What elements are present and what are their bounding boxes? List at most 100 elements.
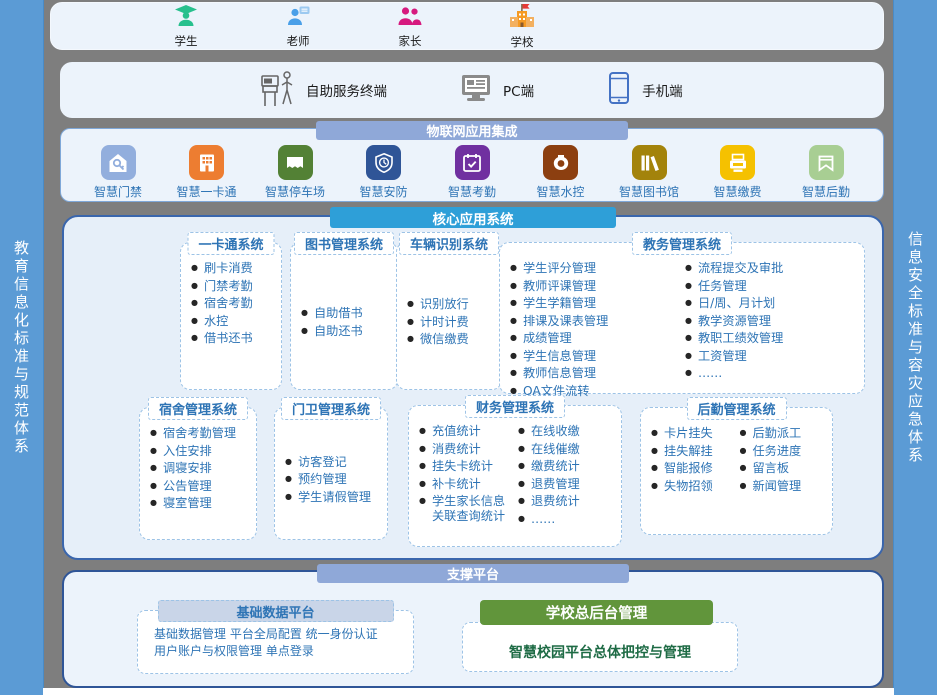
system-item-label: 新闻管理 <box>752 479 801 494</box>
system-item-label: 工资管理 <box>698 349 747 364</box>
bullet-icon: ● <box>419 424 426 439</box>
system-box-columns: ●卡片挂失●挂失解挂●智能报修●失物招领●后勤派工●任务进度●留言板●新闻管理 <box>641 408 832 534</box>
payment-icon <box>720 145 755 180</box>
logistics-icon <box>809 145 844 180</box>
kiosk-icon <box>260 68 296 112</box>
system-item-label: 补卡统计 <box>432 477 481 492</box>
bullet-icon: ● <box>518 424 525 439</box>
parents-icon <box>397 4 423 32</box>
system-item-label: 消费统计 <box>432 442 481 457</box>
bullet-icon: ● <box>510 366 517 381</box>
bullet-icon: ● <box>685 314 692 329</box>
bullet-icon: ● <box>191 314 198 329</box>
system-item: ●预约管理 <box>285 472 379 487</box>
system-item-label: 宿舍考勤管理 <box>163 426 236 441</box>
system-item-label: 任务管理 <box>698 279 747 294</box>
bullet-icon: ● <box>285 455 292 470</box>
user-role-item: 学校 <box>494 3 550 50</box>
system-item-label: 识别放行 <box>420 297 469 312</box>
system-item-column: ●卡片挂失●挂失解挂●智能报修●失物招领 <box>651 426 736 528</box>
terminal-item: 自助服务终端 <box>260 68 387 112</box>
system-item: ● 微信缴费 <box>407 332 493 347</box>
bullet-icon: ● <box>419 477 426 492</box>
system-item: ●计时计费 <box>407 315 493 330</box>
system-box-title: 一卡通系统 <box>187 232 274 255</box>
bullet-icon: ● <box>510 349 517 364</box>
system-item-label: 调寝安排 <box>163 461 212 476</box>
system-item: ●教学资源管理 <box>685 314 856 329</box>
phone-icon <box>606 71 632 109</box>
bullet-icon: ● <box>651 444 658 459</box>
system-item: ●调寝安排 <box>150 461 248 476</box>
bullet-icon: ● <box>685 349 692 364</box>
system-item: ●宿舍考勤管理 <box>150 426 248 441</box>
system-item: ●缴费统计 <box>518 459 613 474</box>
system-item: ●挂失卡统计 <box>419 459 514 474</box>
bullet-icon: ● <box>685 331 692 346</box>
user-role-label: 学生 <box>175 33 198 49</box>
iot-item: 智慧后勤 <box>795 145 857 200</box>
system-box-columns: ●自助借书●自助还书 <box>291 243 397 389</box>
user-roles-panel: 学生老师家长学校 <box>50 2 884 50</box>
system-box-columns: ●访客登记●预约管理●学生请假管理 <box>275 408 387 539</box>
system-item-label: 水控 <box>204 314 228 329</box>
terminal-item: 手机端 <box>606 71 683 109</box>
system-item: ●…… <box>685 366 856 381</box>
bullet-icon: ● <box>150 444 157 459</box>
bullet-icon: ● <box>740 444 747 459</box>
iot-item: 智慧图书馆 <box>618 145 680 200</box>
bullet-icon: ● <box>419 442 426 457</box>
terminal-item: PC端 <box>459 73 534 107</box>
system-item: ●挂失解挂 <box>651 444 736 459</box>
system-item: ●门禁考勤 <box>191 279 273 294</box>
iot-item-label: 智慧停车场 <box>265 183 325 200</box>
system-box-title: 财务管理系统 <box>465 395 565 418</box>
system-item-label: 成绩管理 <box>523 331 572 346</box>
system-box-columns: ●宿舍考勤管理●入住安排●调寝安排●公告管理●寝室管理 <box>140 408 256 539</box>
bullet-icon: ● <box>510 296 517 311</box>
system-item-label: 刷卡消费 <box>204 261 253 276</box>
bullet-icon: ● <box>301 306 308 321</box>
school-admin-banner: 学校总后台管理 <box>480 600 713 625</box>
system-box-columns: ●学生评分管理●教师评课管理●学生学籍管理●排课及课表管理●成绩管理●学生信息管… <box>500 243 864 393</box>
system-item-label: 任务进度 <box>752 444 801 459</box>
system-item: ●后勤派工 <box>740 426 825 441</box>
school-icon <box>508 3 536 33</box>
bullet-icon: ● <box>518 494 525 509</box>
bottom-strip <box>43 688 894 695</box>
system-item: ●教师信息管理 <box>510 366 681 381</box>
system-box: 宿舍管理系统●宿舍考勤管理●入住安排●调寝安排●公告管理●寝室管理 <box>139 407 257 540</box>
system-item-label: 预约管理 <box>298 472 347 487</box>
left-standard-label: 教育信息化标准与规范体系 <box>11 240 32 456</box>
bullet-icon: ● <box>740 479 747 494</box>
system-item: ●流程提交及审批 <box>685 261 856 276</box>
right-standard-bar: 信息安全标准与容灾应急体系 <box>893 0 937 695</box>
system-item-label: 微信缴费 <box>420 332 469 347</box>
system-item: ● 任务进度 <box>740 444 825 459</box>
system-item-label: 学生请假管理 <box>298 490 371 505</box>
iot-item: 智慧缴费 <box>707 145 769 200</box>
pc-icon <box>459 73 493 107</box>
system-item-label: 宿舍考勤 <box>204 296 253 311</box>
system-item: ●充值统计 <box>419 424 514 439</box>
user-role-label: 学校 <box>511 34 534 50</box>
system-item: ●宿舍考勤 <box>191 296 273 311</box>
system-box: 车辆识别系统●识别放行●计时计费●微信缴费 <box>396 242 502 390</box>
system-item-label: 借书还书 <box>204 331 253 346</box>
system-item: ●留言板 <box>740 461 825 476</box>
bullet-icon: ● <box>740 461 747 476</box>
bullet-icon: ● <box>685 261 692 276</box>
system-item: ●任务管理 <box>685 279 856 294</box>
system-box: 教务管理系统●学生评分管理●教师评课管理●学生学籍管理●排课及课表管理●成绩管理… <box>499 242 865 394</box>
bullet-icon: ● <box>510 314 517 329</box>
bullet-icon: ● <box>285 490 292 505</box>
bullet-icon: ● <box>407 332 414 347</box>
attendance-icon <box>455 145 490 180</box>
iot-item-label: 智慧水控 <box>536 183 584 200</box>
system-item: ●自助借书 <box>301 306 389 321</box>
smart-campus-architecture-diagram: 教育信息化标准与规范体系 信息安全标准与容灾应急体系 学生老师家长学校 自助服务… <box>0 0 937 695</box>
base-data-line: 用户账户与权限管理 单点登录 <box>154 643 403 660</box>
bullet-icon: ● <box>150 496 157 511</box>
system-item: ●学生信息管理 <box>510 349 681 364</box>
system-item: ●借书还书 <box>191 331 273 346</box>
